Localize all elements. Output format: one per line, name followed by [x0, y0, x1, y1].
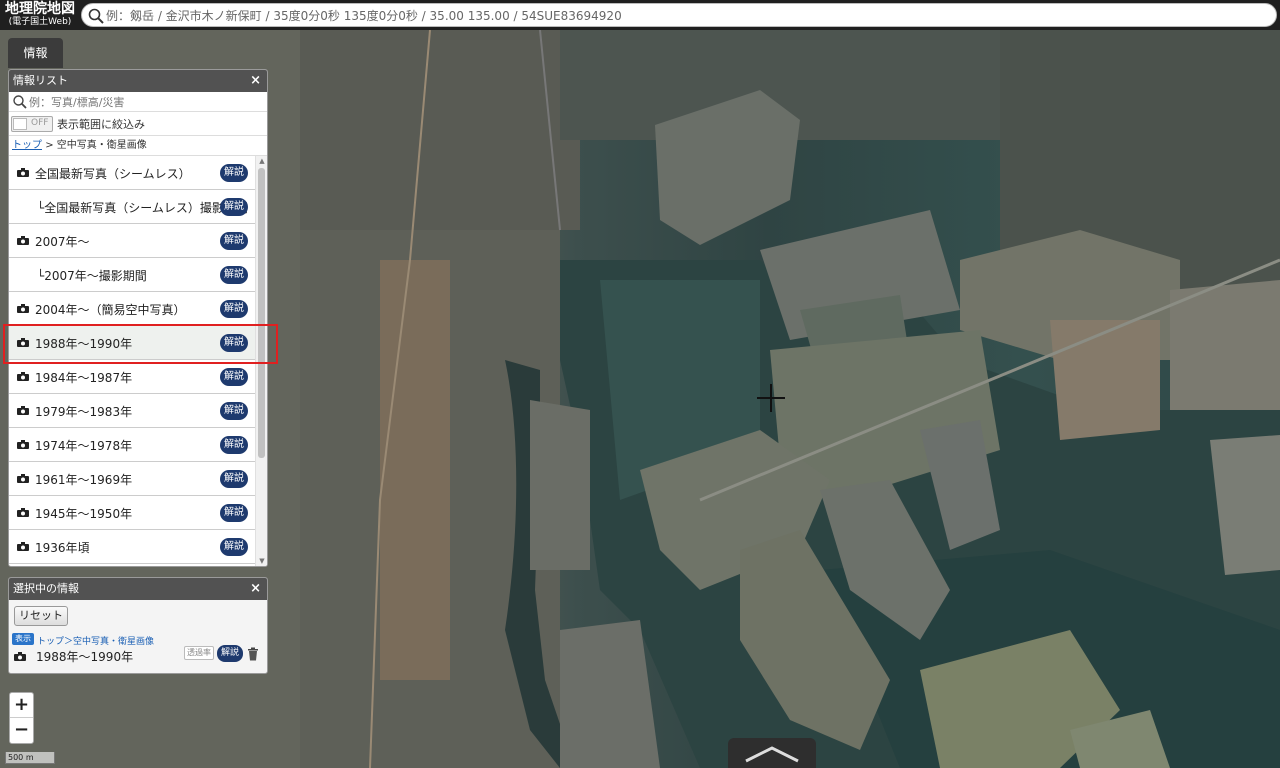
scale-bar: 500 m [5, 752, 55, 764]
camera-icon [17, 542, 29, 551]
explanation-button[interactable]: 解説 [220, 368, 248, 386]
list-item[interactable]: 1974年～1978年 解説 [9, 428, 255, 462]
camera-icon [17, 338, 29, 347]
trash-icon[interactable] [247, 647, 259, 661]
explanation-button[interactable]: 解説 [220, 436, 248, 454]
explanation-button[interactable]: 解説 [220, 538, 248, 556]
list-item-label: 1945年～1950年 [35, 507, 133, 521]
layer-search-input[interactable] [29, 94, 259, 110]
list-item[interactable]: 2004年～（簡易空中写真） 解説 [9, 292, 255, 326]
explanation-button[interactable]: 解説 [220, 402, 248, 420]
bottom-menu-tab[interactable] [728, 738, 816, 768]
logo-main-text: 地理院地図 [5, 1, 75, 17]
selected-info-title: 選択中の情報 [13, 582, 79, 595]
filter-toggle[interactable]: OFF [11, 116, 53, 132]
place-search-box[interactable] [81, 3, 1277, 27]
toggle-state: OFF [31, 118, 49, 128]
selected-layer-path: トップ＞空中写真・衛星画像 [37, 637, 155, 647]
list-item-label: 1974年～1978年 [35, 439, 133, 453]
layer-search-box[interactable] [9, 92, 267, 112]
scroll-up-arrow-icon[interactable]: ▲ [258, 157, 266, 165]
filter-row: OFF 表示範囲に絞込み [9, 112, 267, 136]
list-item-label: 1979年～1983年 [35, 405, 133, 419]
scroll-down-arrow-icon[interactable]: ▼ [258, 557, 266, 565]
list-item[interactable]: 1988年～1990年 解説 [9, 326, 255, 360]
list-item[interactable]: 1936年頃 解説 [9, 530, 255, 564]
explanation-button[interactable]: 解説 [220, 232, 248, 250]
center-crosshair-icon [757, 384, 785, 412]
camera-icon [17, 406, 29, 415]
camera-icon [14, 652, 26, 661]
explanation-button[interactable]: 解説 [217, 645, 243, 662]
list-item-label: 1984年～1987年 [35, 371, 133, 385]
info-list-header: 情報リスト × [9, 70, 267, 92]
chevron-up-icon [745, 746, 799, 763]
search-icon[interactable] [87, 7, 105, 25]
info-list-panel: 情報リスト × OFF 表示範囲に絞込み トップ > 空中写真・衛星画像 全国最… [8, 69, 268, 567]
selected-info-panel: 選択中の情報 × リセット 表示 トップ＞空中写真・衛星画像 1988年～199… [8, 577, 268, 674]
logo-sub-text: (電子国土Web) [8, 17, 72, 27]
site-logo[interactable]: 地理院地図 (電子国土Web) [3, 1, 77, 29]
list-item[interactable]: 1961年～1969年 解説 [9, 462, 255, 496]
reset-button[interactable]: リセット [14, 606, 68, 626]
camera-icon [17, 508, 29, 517]
info-list-close-button[interactable]: × [250, 70, 261, 92]
layer-list: 全国最新写真（シームレス） 解説 └全国最新写真（シームレス）撮影期間 解説 2007年… [9, 156, 267, 566]
list-item-label: └全国最新写真（シームレス）撮影期間 [37, 201, 248, 215]
explanation-button[interactable]: 解説 [220, 504, 248, 522]
transparency-button[interactable]: 透過率 [184, 646, 214, 660]
list-item[interactable]: └全国最新写真（シームレス）撮影期間 解説 [9, 190, 255, 224]
breadcrumb-top-link[interactable]: トップ [12, 140, 42, 151]
list-item-label: 2004年～（簡易空中写真） [35, 303, 186, 317]
zoom-out-button[interactable]: − [10, 718, 33, 743]
camera-icon [17, 372, 29, 381]
camera-icon [17, 474, 29, 483]
list-item-label: 1961年～1969年 [35, 473, 133, 487]
list-item[interactable]: 1979年～1983年 解説 [9, 394, 255, 428]
top-header: 地理院地図 (電子国土Web) [0, 0, 1280, 30]
list-scrollbar[interactable]: ▲ ▼ [255, 156, 267, 566]
zoom-control: + − [9, 692, 34, 744]
explanation-button[interactable]: 解説 [220, 334, 248, 352]
list-item[interactable]: 2007年～ 解説 [9, 224, 255, 258]
toggle-knob [13, 118, 27, 130]
explanation-button[interactable]: 解説 [220, 198, 248, 216]
list-item-label: 全国最新写真（シームレス） [35, 167, 191, 181]
list-item-label: └2007年～撮影期間 [37, 269, 147, 283]
list-item[interactable]: 1945年～1950年 解説 [9, 496, 255, 530]
list-item-label: 1936年頃 [35, 541, 90, 555]
list-item[interactable]: └2007年～撮影期間 解説 [9, 258, 255, 292]
breadcrumb-current: 空中写真・衛星画像 [56, 140, 147, 151]
camera-icon [17, 440, 29, 449]
camera-icon [17, 168, 29, 177]
info-tab[interactable]: 情報 [8, 38, 63, 68]
selected-layer-title: 1988年～1990年 [36, 650, 134, 664]
explanation-button[interactable]: 解説 [220, 164, 248, 182]
explanation-button[interactable]: 解説 [220, 470, 248, 488]
list-item[interactable]: 1984年～1987年 解説 [9, 360, 255, 394]
scrollbar-thumb[interactable] [258, 168, 265, 458]
breadcrumb: トップ > 空中写真・衛星画像 [9, 136, 267, 156]
zoom-in-button[interactable]: + [10, 693, 33, 718]
show-badge[interactable]: 表示 [12, 633, 34, 645]
list-item-label: 1988年～1990年 [35, 337, 133, 351]
explanation-button[interactable]: 解説 [220, 300, 248, 318]
search-icon [13, 95, 27, 109]
camera-icon [17, 236, 29, 245]
breadcrumb-separator: > [45, 140, 54, 151]
place-search-input[interactable] [106, 6, 1266, 25]
camera-icon [17, 304, 29, 313]
selected-info-close-button[interactable]: × [250, 578, 261, 600]
selected-info-header: 選択中の情報 × [9, 578, 267, 600]
list-item[interactable]: 全国最新写真（シームレス） 解説 [9, 156, 255, 190]
info-list-title: 情報リスト [13, 74, 68, 87]
list-item-label: 2007年～ [35, 235, 90, 249]
filter-label: 表示範囲に絞込み [57, 118, 145, 131]
explanation-button[interactable]: 解説 [220, 266, 248, 284]
